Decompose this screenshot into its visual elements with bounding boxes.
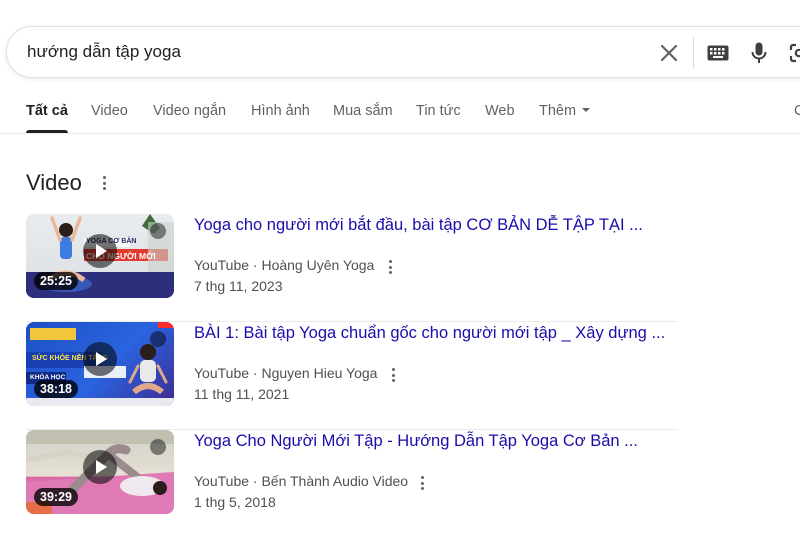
search-bar[interactable]: hướng dẫn tập yoga (6, 26, 800, 78)
play-icon[interactable] (83, 342, 117, 376)
video-meta: YouTube · Hoàng Uyên Yoga (194, 257, 375, 273)
video-duration: 25:25 (34, 272, 78, 290)
video-date: 7 thg 11, 2023 (194, 278, 283, 294)
lens-icon[interactable] (785, 39, 800, 67)
tab-news[interactable]: Tin tức (416, 103, 461, 119)
video-date: 1 thg 5, 2018 (194, 494, 276, 510)
video-duration: 38:18 (34, 380, 78, 398)
video-date: 11 thg 11, 2021 (194, 386, 290, 402)
tab-tools-partial[interactable]: C (794, 103, 800, 119)
expand-icon[interactable] (150, 439, 166, 455)
search-divider (693, 37, 694, 69)
search-tabs: Tất cả Video Video ngắn Hình ảnh Mua sắm… (0, 96, 800, 134)
mic-icon[interactable] (745, 39, 773, 67)
more-vert-icon[interactable] (98, 175, 110, 191)
video-thumbnail[interactable]: SỨC KHỎE NỀN TẢNG KHÓA HỌC 38:18 (26, 322, 174, 406)
video-result[interactable]: SỨC KHỎE NỀN TẢNG KHÓA HỌC 38:18 BÀI 1: … (26, 322, 678, 430)
video-result[interactable]: 39:29 Yoga Cho Người Mới Tập - Hướng Dẫn… (26, 430, 678, 537)
video-meta: YouTube · Bến Thành Audio Video (194, 473, 409, 489)
expand-icon[interactable] (150, 331, 166, 347)
more-vert-icon[interactable] (384, 259, 396, 275)
video-title-link[interactable]: BÀI 1: Bài tập Yoga chuẩn gốc cho người … (194, 324, 665, 343)
expand-icon[interactable] (150, 223, 166, 239)
tab-images[interactable]: Hình ảnh (251, 103, 310, 119)
video-result[interactable]: YOGA CƠ BẢN CHO NGƯỜI MỚI 25:25 Yoga cho… (26, 214, 678, 322)
tab-more[interactable]: Thêm (539, 103, 591, 119)
tab-short-video[interactable]: Video ngắn (153, 103, 226, 119)
tab-shopping[interactable]: Mua sắm (333, 103, 393, 119)
video-title-link[interactable]: Yoga Cho Người Mới Tập - Hướng Dẫn Tập Y… (194, 432, 638, 451)
tab-web[interactable]: Web (485, 103, 515, 119)
more-vert-icon[interactable] (387, 367, 399, 383)
search-input[interactable]: hướng dẫn tập yoga (27, 42, 181, 62)
video-duration: 39:29 (34, 488, 78, 506)
video-thumbnail[interactable]: 39:29 (26, 430, 174, 514)
close-icon[interactable] (655, 39, 683, 67)
play-icon[interactable] (83, 450, 117, 484)
tab-all[interactable]: Tất cả (26, 103, 68, 119)
play-icon[interactable] (83, 234, 117, 268)
tab-more-label: Thêm (539, 103, 577, 119)
video-thumbnail[interactable]: YOGA CƠ BẢN CHO NGƯỜI MỚI 25:25 (26, 214, 174, 298)
caret-down-icon (582, 108, 591, 113)
video-meta: YouTube · Nguyen Hieu Yoga (194, 365, 378, 381)
keyboard-icon[interactable] (704, 39, 732, 67)
video-title-link[interactable]: Yoga cho người mới bắt đầu, bài tập CƠ B… (194, 216, 643, 235)
tab-video[interactable]: Video (91, 103, 128, 119)
active-tab-indicator (26, 130, 68, 133)
more-vert-icon[interactable] (416, 475, 428, 491)
section-title: Video (26, 170, 82, 195)
